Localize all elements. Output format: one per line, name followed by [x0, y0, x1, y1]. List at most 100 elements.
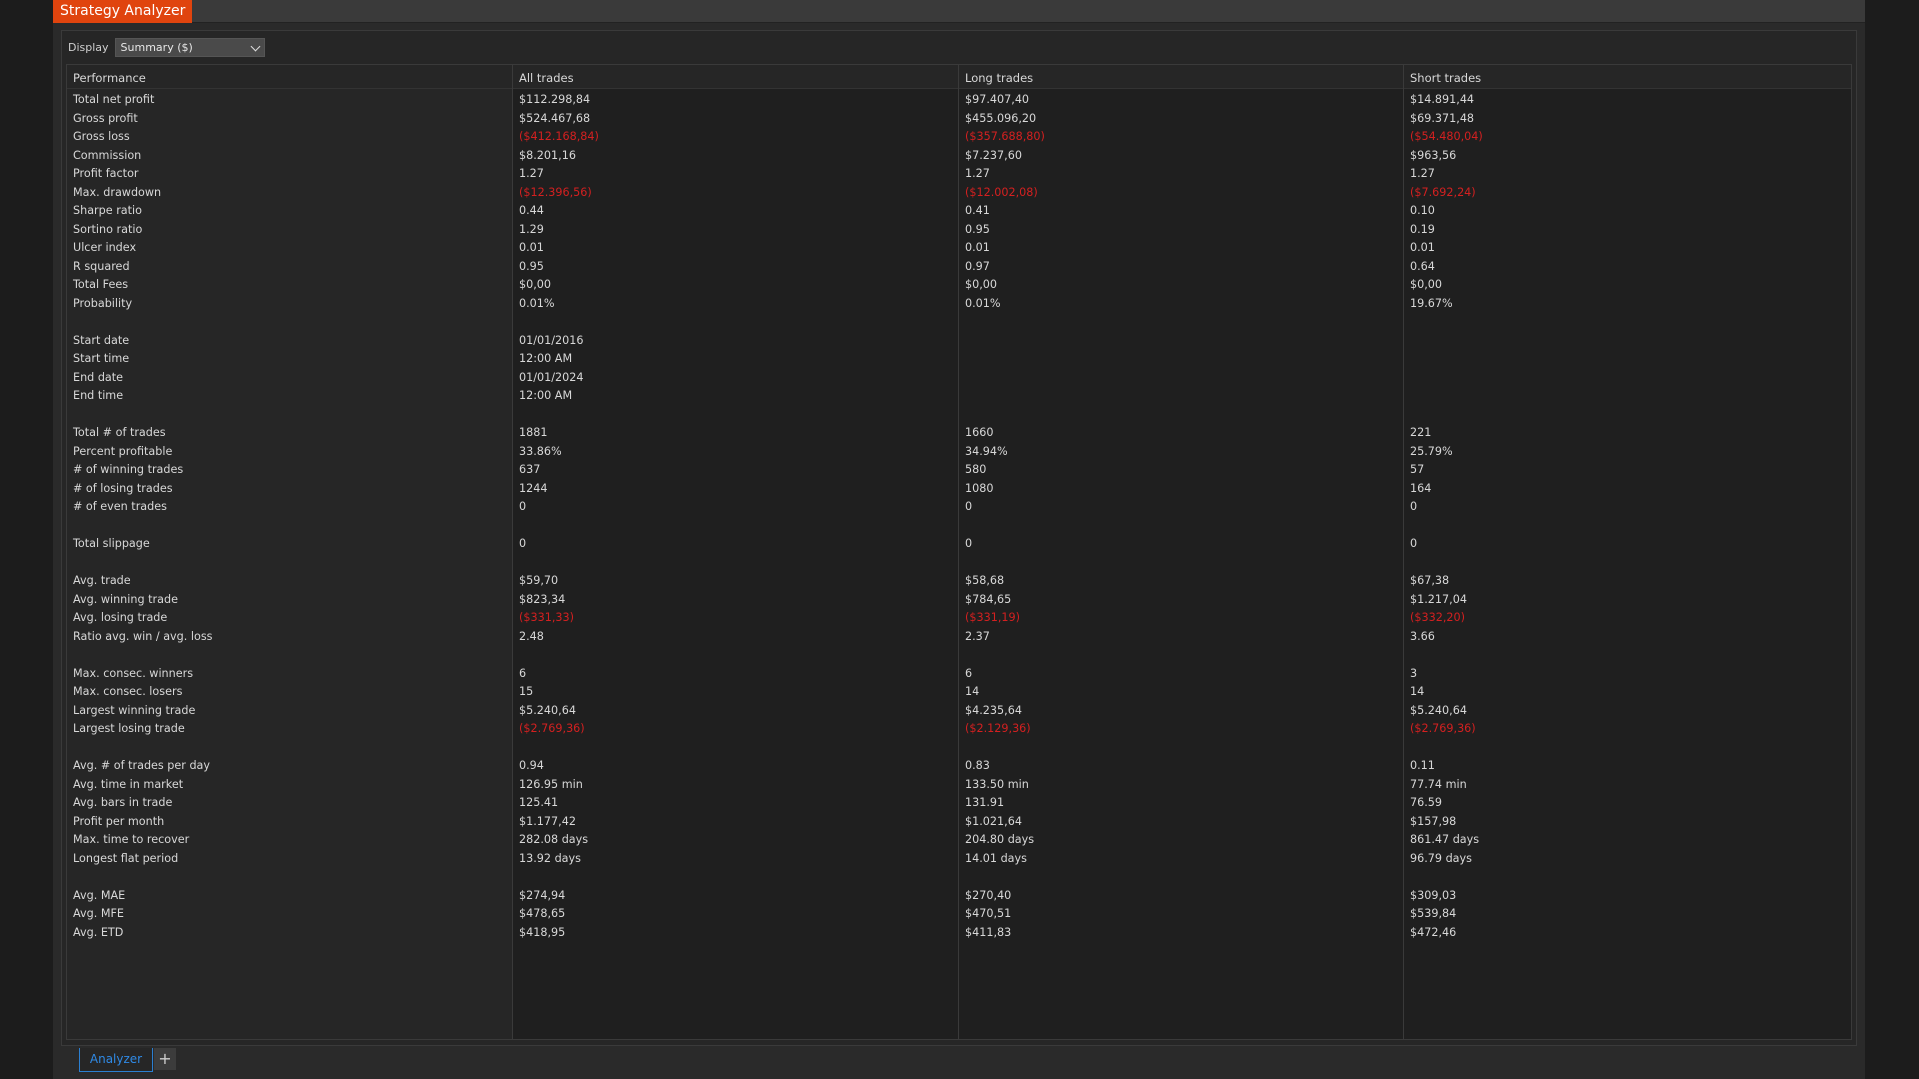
- metric-value: 34.94%: [965, 444, 1008, 458]
- metric-label: # of even trades: [73, 500, 167, 513]
- metric-value: $478,65: [519, 907, 566, 920]
- metric-value: 126.95 min: [519, 777, 583, 791]
- metric-value: 861.47 days: [1410, 833, 1480, 846]
- metric-value: 0.64: [1410, 259, 1435, 273]
- column-all-trades: All trades $112.298,84 $524.467,68 ($412.1…: [512, 65, 958, 1039]
- metric-label: Avg. trade: [73, 574, 131, 587]
- metric-label: # of losing trades: [73, 481, 173, 495]
- column-header-all-trades[interactable]: All trades: [513, 65, 958, 89]
- metric-value: 580: [965, 463, 987, 476]
- metric-value: 0: [519, 537, 527, 550]
- window-title[interactable]: Strategy Analyzer: [53, 0, 193, 23]
- metric-value: [1404, 739, 1851, 758]
- metric-value: $0,00: [965, 278, 998, 291]
- metric-value: [959, 350, 1403, 369]
- metric-value: 15: [519, 685, 534, 698]
- add-tab-button[interactable]: +: [154, 1048, 176, 1070]
- metric-value: 76.59: [1410, 796, 1443, 809]
- metric-value: $784,65: [965, 592, 1012, 606]
- column-header-performance[interactable]: Performance: [67, 65, 512, 89]
- metric-label: [67, 646, 512, 665]
- metric-value: $1.177,42: [519, 814, 576, 828]
- metric-label: [67, 313, 512, 332]
- metric-label: Start date: [73, 333, 130, 347]
- metric-value: $112.298,84: [519, 93, 591, 106]
- metric-value: 0: [1410, 537, 1418, 550]
- metric-value: $67,38: [1410, 574, 1450, 587]
- metric-value: ($332,20): [1410, 611, 1465, 624]
- metric-value: 125.41: [519, 796, 559, 809]
- metric-label: Max. time to recover: [73, 833, 190, 846]
- metric-label: Total # of trades: [73, 426, 166, 439]
- metric-label: Max. consec. winners: [73, 666, 194, 680]
- metric-label: Sortino ratio: [73, 222, 143, 236]
- metric-label: Avg. # of trades per day: [73, 759, 211, 772]
- metric-label: Percent profitable: [73, 444, 173, 458]
- chevron-down-icon[interactable]: [250, 41, 260, 51]
- metric-value: $8.201,16: [519, 148, 576, 162]
- metric-value: [959, 332, 1403, 351]
- metric-value: $14.891,44: [1410, 93, 1475, 106]
- metric-value: $97.407,40: [965, 93, 1030, 106]
- metric-value: $470,51: [965, 907, 1012, 920]
- metric-value: [959, 739, 1403, 758]
- metric-value: [959, 868, 1403, 887]
- metric-value: 96.79 days: [1410, 851, 1472, 865]
- metric-value: [513, 554, 958, 573]
- metric-value: 1.27: [965, 167, 990, 180]
- metric-label: Ulcer index: [73, 241, 137, 254]
- metric-value: $472,46: [1410, 925, 1457, 939]
- metric-value: $58,68: [965, 574, 1005, 587]
- metric-value: [1404, 517, 1851, 536]
- metric-value: 0.41: [965, 204, 990, 217]
- metric-value: [513, 646, 958, 665]
- metric-value: 0.95: [965, 222, 990, 236]
- metric-value: $157,98: [1410, 814, 1457, 828]
- metric-value: 77.74 min: [1410, 777, 1467, 791]
- metric-value: $69.371,48: [1410, 111, 1475, 125]
- metric-value: 204.80 days: [965, 833, 1035, 846]
- metric-label: Avg. time in market: [73, 777, 184, 791]
- metric-label: Probability: [73, 296, 133, 310]
- column-header-long-trades[interactable]: Long trades: [959, 65, 1403, 89]
- metric-value: 0.97: [965, 259, 990, 273]
- metric-value: $524.467,68: [519, 111, 591, 125]
- metric-value: 1.27: [519, 167, 544, 180]
- metric-value: $4.235,64: [965, 703, 1022, 717]
- metric-value: $1.021,64: [965, 814, 1022, 828]
- metric-label: End date: [73, 370, 124, 384]
- metric-value: [959, 554, 1403, 573]
- metric-value: 0.01%: [519, 296, 555, 310]
- metric-value: [513, 313, 958, 332]
- metric-value: 13.92 days: [519, 851, 581, 865]
- performance-grid[interactable]: Performance Total net profit Gross profit…: [66, 64, 1852, 1040]
- metric-value: 2.48: [519, 629, 544, 643]
- metric-value: [959, 517, 1403, 536]
- display-select[interactable]: Summary ($): [114, 37, 265, 57]
- metric-label: Start time: [73, 352, 130, 365]
- metric-label: Ratio avg. win / avg. loss: [73, 629, 213, 643]
- display-row: Display Summary ($): [68, 37, 265, 57]
- metric-value: 1244: [519, 481, 548, 495]
- metric-value: [1404, 387, 1851, 406]
- metric-label: [67, 554, 512, 573]
- metric-value: 0.01: [1410, 241, 1435, 254]
- metric-label: Gross loss: [73, 130, 130, 143]
- metric-value: [1404, 646, 1851, 665]
- metric-value: $963,56: [1410, 148, 1457, 162]
- title-bar[interactable]: Strategy Analyzer: [53, 0, 1865, 23]
- column-header-short-trades[interactable]: Short trades: [1404, 65, 1851, 89]
- metric-label: Avg. losing trade: [73, 611, 168, 624]
- metric-value: 221: [1410, 426, 1432, 439]
- metric-label: [67, 739, 512, 758]
- analyzer-panel: Display Summary ($) Performance Total ne…: [61, 30, 1857, 1046]
- metric-value: 3: [1410, 666, 1418, 680]
- metric-value: ($54.480,04): [1410, 130, 1483, 143]
- column-performance: Performance Total net profit Gross profit…: [67, 65, 512, 1039]
- metric-value: 1.29: [519, 222, 544, 236]
- metric-value: 131.91: [965, 796, 1005, 809]
- metric-value: 637: [519, 463, 541, 476]
- tab-analyzer[interactable]: Analyzer: [79, 1048, 153, 1072]
- metric-label: Profit factor: [73, 167, 139, 180]
- metric-label: Longest flat period: [73, 851, 179, 865]
